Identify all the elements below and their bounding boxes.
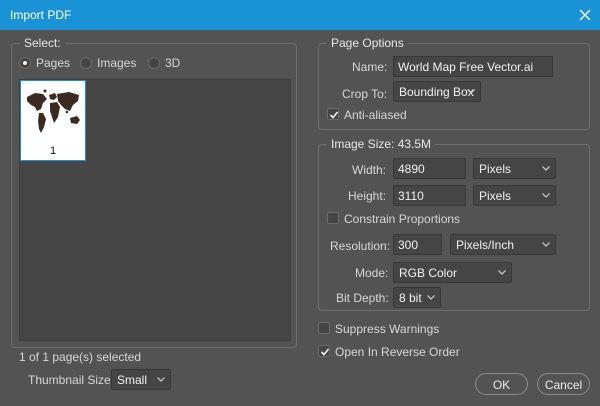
height-unit-value: Pixels [479,189,512,203]
name-input[interactable] [393,56,553,77]
image-size-legend: Image Size: 43.5M [327,137,436,151]
radio-3d-label[interactable]: 3D [165,56,180,70]
height-input[interactable] [393,185,466,206]
world-map-thumbnail-icon [27,89,80,133]
crop-to-value: Bounding Box [399,85,474,99]
page-options-legend: Page Options [327,36,408,50]
width-unit-value: Pixels [479,162,512,176]
close-button[interactable] [570,0,600,30]
page-thumbnail[interactable]: 1 [20,80,86,161]
width-label: Width: [352,163,387,177]
crop-to-select[interactable]: Bounding Box [393,81,481,102]
close-icon [579,9,591,21]
title-bar: Import PDF [0,0,600,30]
chevron-down-icon [498,270,506,275]
thumbnail-size-select[interactable]: Small [111,369,171,390]
chevron-down-icon [542,193,550,198]
crop-to-label: Crop To: [342,87,388,101]
mode-value: RGB Color [399,266,458,280]
selection-status: 1 of 1 page(s) selected [19,350,142,364]
window-title: Import PDF [10,8,72,22]
checkmark-icon [329,111,339,119]
mode-select[interactable]: RGB Color [393,262,512,283]
radio-pages[interactable] [19,57,31,69]
width-unit-select[interactable]: Pixels [473,158,556,179]
import-pdf-dialog: Import PDF Select: Pages Images 3D 1 1 o… [0,0,600,406]
height-unit-select[interactable]: Pixels [473,185,556,206]
bit-depth-label: Bit Depth: [336,291,389,305]
constrain-proportions-label[interactable]: Constrain Proportions [344,212,460,226]
resolution-label: Resolution: [330,239,391,253]
height-label: Height: [348,189,387,203]
radio-3d[interactable] [148,57,160,69]
anti-aliased-checkbox[interactable] [327,108,339,120]
radio-images-label[interactable]: Images [97,56,136,70]
width-input[interactable] [393,158,466,179]
select-legend: Select: [20,36,65,50]
chevron-down-icon [542,242,550,247]
chevron-down-icon [157,377,165,382]
constrain-proportions-checkbox[interactable] [327,212,339,224]
open-reverse-order-label[interactable]: Open In Reverse Order [335,345,460,359]
anti-aliased-label[interactable]: Anti-aliased [344,108,407,122]
resolution-unit-value: Pixels/Inch [456,238,515,252]
suppress-warnings-label[interactable]: Suppress Warnings [335,322,439,336]
bit-depth-select[interactable]: 8 bit [393,287,441,308]
chevron-down-icon [427,295,435,300]
cancel-button[interactable]: Cancel [537,373,590,395]
radio-images[interactable] [80,57,92,69]
thumbnail-size-value: Small [117,373,148,387]
resolution-input[interactable] [393,234,442,255]
radio-pages-label[interactable]: Pages [36,56,70,70]
open-reverse-order-checkbox[interactable] [318,345,330,357]
resolution-unit-select[interactable]: Pixels/Inch [450,234,556,255]
chevron-down-icon [542,166,550,171]
suppress-warnings-checkbox[interactable] [318,322,330,334]
thumbnail-page-number: 1 [49,145,57,157]
chevron-down-icon [467,89,475,94]
name-label: Name: [352,60,388,74]
ok-button[interactable]: OK [475,373,528,395]
bit-depth-value: 8 bit [399,291,422,305]
thumbnail-size-label: Thumbnail Size: [28,373,115,387]
checkmark-icon [320,348,330,356]
mode-label: Mode: [355,266,389,280]
